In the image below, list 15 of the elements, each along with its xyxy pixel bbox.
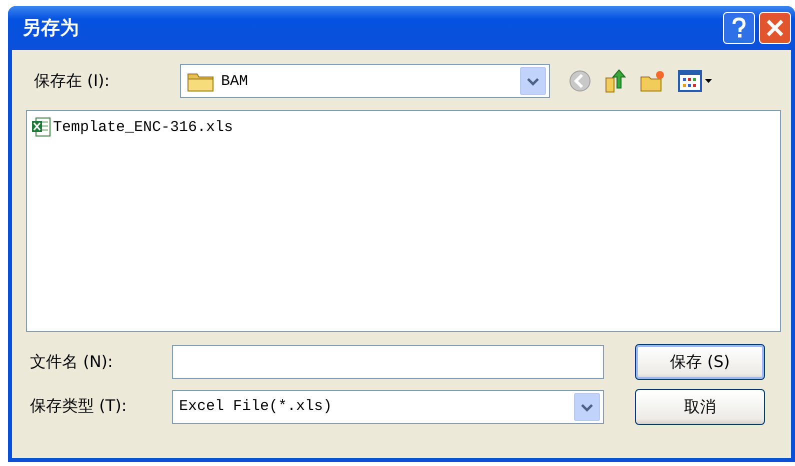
file-name-field[interactable] [172, 345, 604, 380]
file-name-label: 文件名 (N): [29, 352, 114, 373]
view-menu-icon[interactable] [678, 69, 714, 93]
file-item[interactable]: Template_ENC-316.xls [31, 117, 234, 137]
spreadsheet-icon [31, 117, 51, 137]
file-type-label: 保存类型 (T): [29, 396, 128, 418]
file-type-dropdown[interactable]: Excel File(*.xls) [172, 390, 604, 424]
look-in-dropdown[interactable]: BAM [180, 64, 550, 98]
window-title: 另存为 [22, 16, 79, 41]
up-folder-icon[interactable] [604, 68, 628, 94]
new-folder-icon[interactable] [640, 69, 666, 93]
look-in-label: 保存在 (I): [33, 70, 111, 92]
back-icon[interactable] [568, 69, 592, 93]
save-button[interactable]: 保存 (S) [635, 344, 765, 380]
cancel-button[interactable]: 取消 [635, 389, 765, 425]
